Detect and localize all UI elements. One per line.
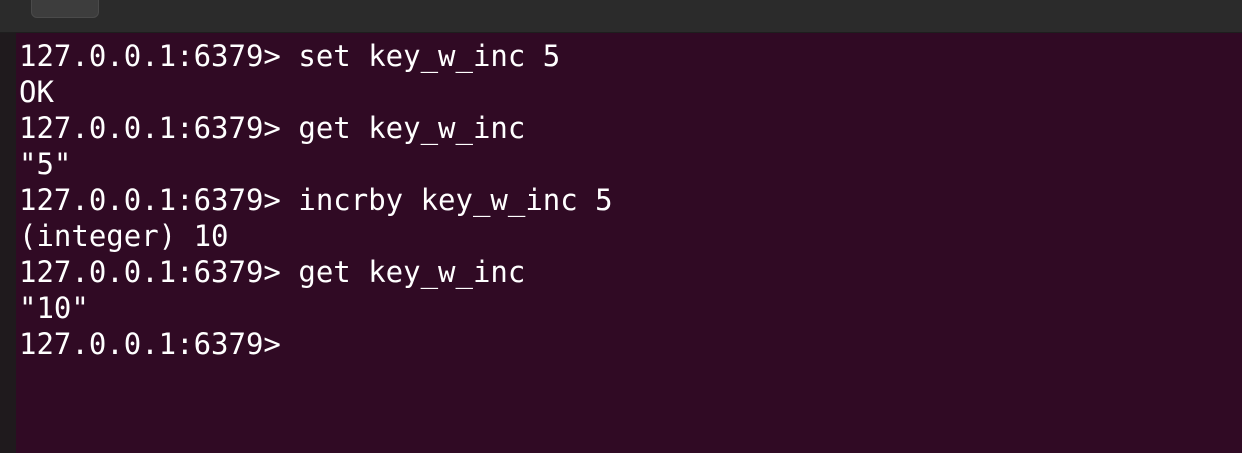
terminal-line-8: "10" <box>19 290 1242 326</box>
shell-prompt: 127.0.0.1:6379> <box>19 183 281 217</box>
command-text: incrby key_w_inc 5 <box>280 183 613 217</box>
terminal-line-5: 127.0.0.1:6379> incrby key_w_inc 5 <box>19 182 1242 218</box>
terminal-line-3: 127.0.0.1:6379> get key_w_inc <box>19 110 1242 146</box>
terminal-titlebar <box>0 0 1242 33</box>
terminal-line-6: (integer) 10 <box>19 218 1242 254</box>
terminal-line-1: 127.0.0.1:6379> set key_w_inc 5 <box>19 38 1242 74</box>
terminal-window: 127.0.0.1:6379> set key_w_inc 5 OK 127.0… <box>0 0 1242 453</box>
shell-prompt: 127.0.0.1:6379> <box>19 39 281 73</box>
terminal-tab[interactable] <box>31 0 99 18</box>
command-output: "5" <box>19 147 72 181</box>
terminal-line-7: 127.0.0.1:6379> get key_w_inc <box>19 254 1242 290</box>
command-text: get key_w_inc <box>280 255 526 289</box>
terminal-line-4: "5" <box>19 146 1242 182</box>
terminal-line-2: OK <box>19 74 1242 110</box>
shell-prompt: 127.0.0.1:6379> <box>19 255 281 289</box>
command-text: get key_w_inc <box>280 111 526 145</box>
shell-prompt: 127.0.0.1:6379> <box>19 111 281 145</box>
terminal-output[interactable]: 127.0.0.1:6379> set key_w_inc 5 OK 127.0… <box>19 38 1242 453</box>
shell-prompt: 127.0.0.1:6379> <box>19 327 281 361</box>
command-output: OK <box>19 75 54 109</box>
window-left-edge <box>0 0 16 453</box>
command-output: (integer) 10 <box>19 219 229 253</box>
command-text: set key_w_inc 5 <box>280 39 561 73</box>
terminal-line-9[interactable]: 127.0.0.1:6379> <box>19 326 1242 362</box>
command-output: "10" <box>19 291 89 325</box>
